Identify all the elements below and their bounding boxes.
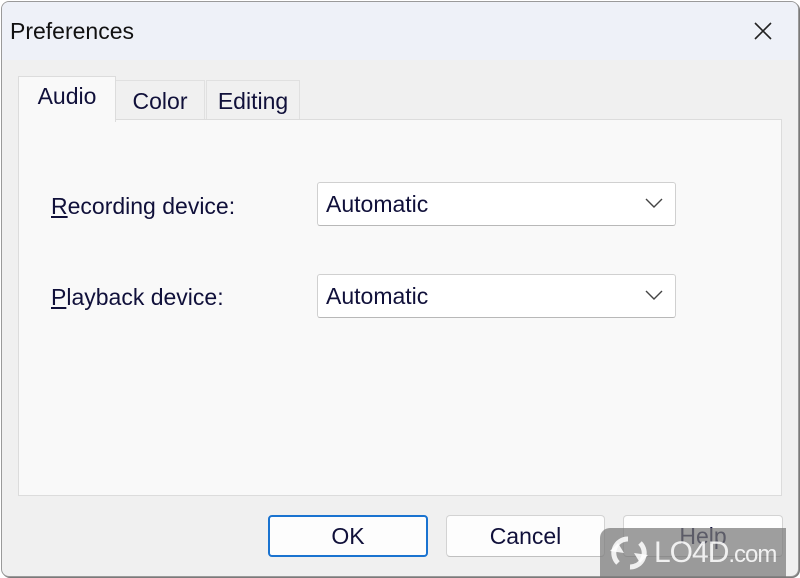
audio-tab-panel: Recording device: Automatic Playback dev… [18,119,782,496]
preferences-dialog: Preferences Audio Color Editing Recordin… [1,1,799,577]
playback-device-dropdown[interactable]: Automatic [317,274,676,318]
recording-device-value: Automatic [326,191,429,217]
tab-editing-label: Editing [217,87,289,114]
recording-label-text: ecording device: [67,193,236,219]
recording-mnemonic: R [51,193,68,219]
tab-audio[interactable]: Audio [18,76,116,122]
tab-audio-label: Audio [37,83,97,109]
close-icon [754,22,772,40]
playback-device-label: Playback device: [51,284,224,311]
recording-device-label: Recording device: [51,193,235,220]
close-button[interactable] [728,2,798,60]
playback-device-value: Automatic [326,283,429,309]
tab-color-label: Color [132,87,188,114]
cancel-button[interactable]: Cancel [446,515,605,557]
tab-color[interactable]: Color [115,80,205,121]
title-bar: Preferences [2,2,798,60]
playback-label-text: layback device: [66,284,224,310]
chevron-down-icon [645,290,663,300]
tab-editing[interactable]: Editing [206,80,300,121]
help-button[interactable]: Help [623,515,783,557]
chevron-down-icon [645,198,663,208]
window-title: Preferences [10,18,135,44]
playback-mnemonic: P [51,284,67,310]
recording-device-dropdown[interactable]: Automatic [317,182,676,226]
ok-button[interactable]: OK [268,515,428,557]
